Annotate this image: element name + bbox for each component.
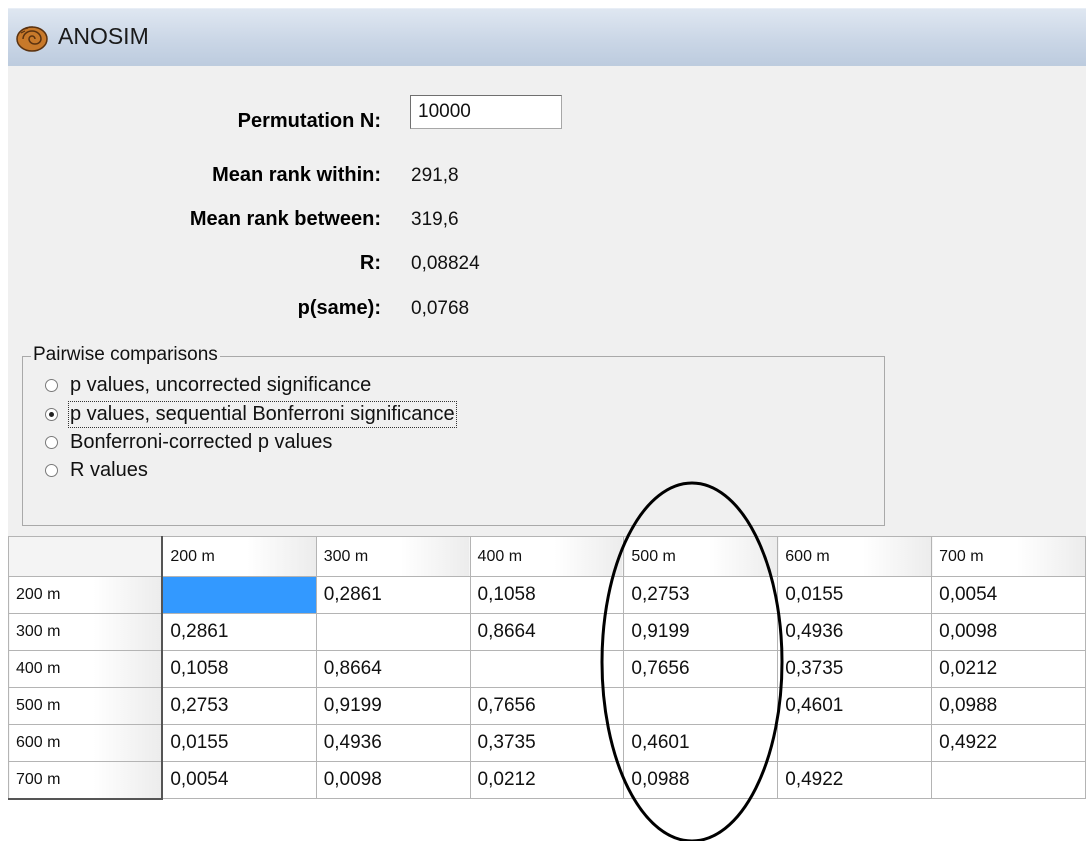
grid-cell[interactable]: 0,4601 [777, 687, 933, 725]
grid-cell[interactable]: 0,8664 [315, 650, 471, 688]
grid-cell[interactable]: 0,2861 [161, 613, 317, 651]
column-header[interactable]: 400 m [469, 536, 625, 577]
grid-cell[interactable]: 0,9199 [315, 687, 471, 725]
grid-cell[interactable] [623, 687, 779, 725]
grid-cell[interactable] [315, 613, 471, 651]
table-row: 200 m 0,2861 0,1058 0,2753 0,0155 0,0054 [8, 576, 1086, 614]
mean-between-label: Mean rank between: [189, 208, 381, 230]
radio-p-uncorrected[interactable]: p values, uncorrected significance [45, 372, 371, 398]
radio-button[interactable] [45, 463, 58, 477]
p-same-label: p(same): [297, 297, 381, 319]
r-value: 0,08824 [411, 253, 480, 274]
row-header[interactable]: 400 m [8, 650, 164, 688]
table-row: 300 m 0,2861 0,8664 0,9199 0,4936 0,0098 [8, 613, 1086, 651]
grid-cell[interactable]: 0,4922 [931, 724, 1086, 762]
permutation-input[interactable] [410, 95, 562, 129]
grid-cell[interactable]: 0,0098 [315, 761, 471, 799]
table-row: 500 m 0,2753 0,9199 0,7656 0,4601 0,0988 [8, 687, 1086, 725]
grid-cell[interactable]: 0,1058 [161, 650, 317, 688]
row-header[interactable]: 500 m [8, 687, 164, 725]
grid-corner-cell [8, 536, 164, 577]
anosim-dialog: Permutation N: Mean rank within: 291,8 M… [8, 66, 1086, 536]
radio-label: Bonferroni-corrected p values [70, 430, 333, 453]
column-header[interactable]: 600 m [777, 536, 933, 577]
grid-cell[interactable]: 0,8664 [469, 613, 625, 651]
table-row: 600 m 0,0155 0,4936 0,3735 0,4601 0,4922 [8, 724, 1086, 762]
grid-cell[interactable]: 0,4936 [777, 613, 933, 651]
grid-cell[interactable]: 0,2753 [623, 576, 779, 614]
grid-cell[interactable]: 0,0155 [161, 724, 317, 762]
grid-cell[interactable]: 0,1058 [469, 576, 625, 614]
grid-cell[interactable]: 0,0212 [469, 761, 625, 799]
table-row: 400 m 0,1058 0,8664 0,7656 0,3735 0,0212 [8, 650, 1086, 688]
grid-cell[interactable]: 0,3735 [777, 650, 933, 688]
grid-cell[interactable]: 0,0098 [931, 613, 1086, 651]
pairwise-results-grid: 200 m 300 m 400 m 500 m 600 m 700 m 200 … [8, 536, 1086, 800]
table-row: 700 m 0,0054 0,0098 0,0212 0,0988 0,4922 [8, 761, 1086, 800]
p-same-value: 0,0768 [411, 298, 470, 319]
grid-cell[interactable] [777, 724, 933, 762]
row-header[interactable]: 200 m [8, 576, 164, 614]
row-header[interactable]: 700 m [8, 761, 164, 800]
permutation-label: Permutation N: [237, 110, 381, 132]
grid-cell[interactable] [931, 761, 1086, 799]
grid-cell[interactable]: 0,2861 [315, 576, 471, 614]
column-header[interactable]: 200 m [161, 536, 317, 577]
radio-bonferroni-corrected[interactable]: Bonferroni-corrected p values [45, 429, 332, 455]
r-label: R: [359, 252, 381, 274]
radio-button[interactable] [45, 407, 58, 421]
grid-cell-selected[interactable] [161, 576, 317, 614]
grid-cell[interactable]: 0,0988 [931, 687, 1086, 725]
radio-p-sequential-bonferroni[interactable]: p values, sequential Bonferroni signific… [45, 400, 457, 428]
grid-cell[interactable]: 0,9199 [623, 613, 779, 651]
radio-button[interactable] [45, 435, 58, 449]
grid-cell[interactable]: 0,0054 [161, 761, 317, 799]
grid-cell[interactable]: 0,0212 [931, 650, 1086, 688]
grid-cell[interactable]: 0,7656 [469, 687, 625, 725]
radio-r-values[interactable]: R values [45, 457, 148, 483]
grid-cell[interactable] [469, 650, 625, 688]
pairwise-legend: Pairwise comparisons [31, 344, 220, 366]
grid-cell[interactable]: 0,4936 [315, 724, 471, 762]
grid-cell[interactable]: 0,2753 [161, 687, 317, 725]
radio-label: p values, sequential Bonferroni signific… [68, 400, 457, 428]
column-header[interactable]: 300 m [315, 536, 471, 577]
column-header-row: 200 m 300 m 400 m 500 m 600 m 700 m [8, 536, 1086, 577]
pairwise-comparisons-group: Pairwise comparisons p values, uncorrect… [22, 344, 885, 526]
grid-cell[interactable]: 0,7656 [623, 650, 779, 688]
mean-between-value: 319,6 [411, 209, 459, 230]
grid-cell[interactable]: 0,0054 [931, 576, 1086, 614]
grid-cell[interactable]: 0,0988 [623, 761, 779, 799]
grid-cell[interactable]: 0,3735 [469, 724, 625, 762]
grid-cell[interactable]: 0,0155 [777, 576, 933, 614]
radio-label: p values, uncorrected significance [70, 373, 372, 396]
radio-button[interactable] [45, 378, 58, 392]
column-header[interactable]: 700 m [931, 536, 1086, 577]
mean-within-value: 291,8 [411, 165, 459, 186]
column-header[interactable]: 500 m [623, 536, 779, 577]
radio-label: R values [70, 458, 148, 481]
grid-cell[interactable]: 0,4601 [623, 724, 779, 762]
title-bar[interactable]: ANOSIM [8, 8, 1086, 67]
ammonite-shell-icon [16, 26, 48, 52]
window-title: ANOSIM [58, 23, 149, 49]
row-header[interactable]: 600 m [8, 724, 164, 762]
row-header[interactable]: 300 m [8, 613, 164, 651]
grid-cell[interactable]: 0,4922 [777, 761, 933, 799]
mean-within-label: Mean rank within: [212, 164, 381, 186]
